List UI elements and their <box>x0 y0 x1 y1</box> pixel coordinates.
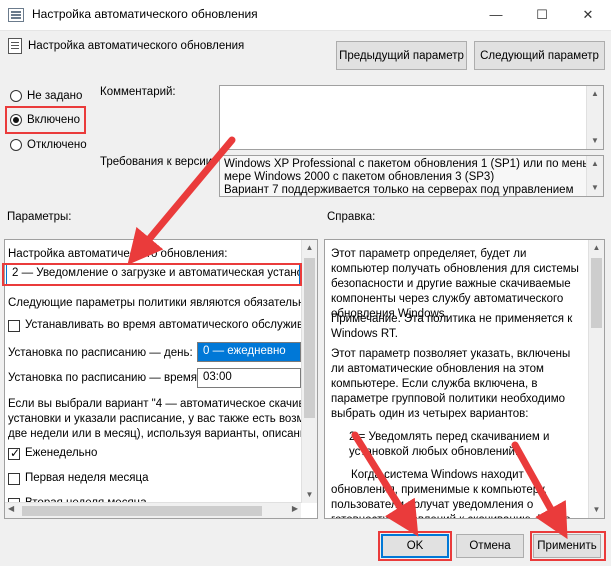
annotation-arrows <box>127 136 568 540</box>
arrow-to-mode <box>127 136 236 266</box>
arrow-to-ok <box>351 431 419 537</box>
arrow-to-apply <box>511 441 568 540</box>
